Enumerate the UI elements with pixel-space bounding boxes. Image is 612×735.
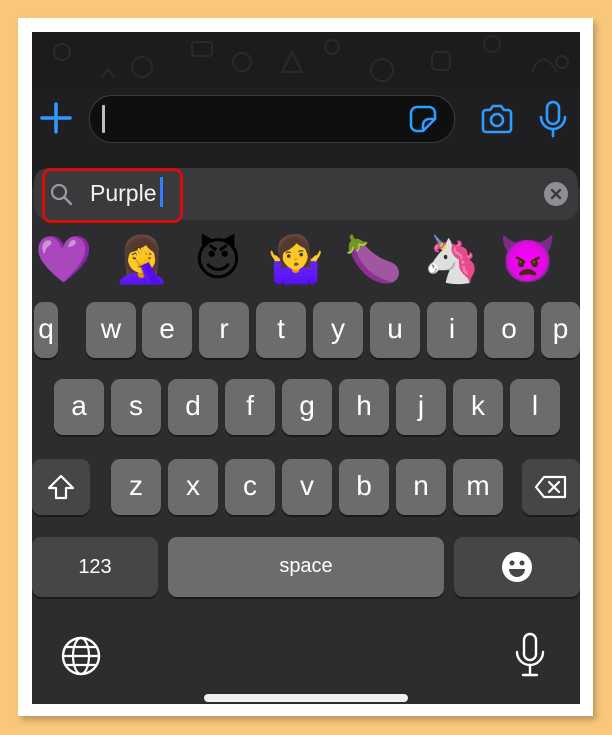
microphone-icon — [539, 100, 567, 138]
sticker-button[interactable] — [409, 105, 437, 133]
key-x[interactable]: x — [168, 459, 218, 515]
key-g[interactable]: g — [282, 379, 332, 435]
key-c[interactable]: c — [225, 459, 275, 515]
highlight-annotation-box — [42, 168, 183, 223]
home-indicator[interactable] — [204, 694, 408, 702]
emoji-purple-heart[interactable]: 💜 — [34, 230, 94, 288]
message-text-field[interactable] — [89, 95, 455, 143]
key-l[interactable]: l — [510, 379, 560, 435]
key-o[interactable]: o — [484, 302, 534, 358]
key-w[interactable]: w — [86, 302, 136, 358]
dictation-icon — [515, 632, 545, 677]
key-z[interactable]: z — [111, 459, 161, 515]
key-i[interactable]: i — [427, 302, 477, 358]
plus-icon — [40, 102, 72, 134]
backspace-key[interactable] — [522, 459, 580, 515]
key-n[interactable]: n — [396, 459, 446, 515]
key-m[interactable]: m — [453, 459, 503, 515]
clear-icon — [550, 188, 562, 200]
clear-search-button[interactable] — [544, 182, 568, 206]
camera-icon — [481, 104, 513, 134]
key-q[interactable]: q — [34, 302, 58, 358]
key-f[interactable]: f — [225, 379, 275, 435]
space-key[interactable]: space — [168, 537, 444, 597]
shift-icon — [47, 474, 75, 500]
emoji-facepalm-woman[interactable]: 🤦‍♀️ — [112, 230, 172, 288]
key-h[interactable]: h — [339, 379, 389, 435]
emoji-angry-devil[interactable]: 👿 — [498, 230, 558, 288]
key-a[interactable]: a — [54, 379, 104, 435]
dictation-button[interactable] — [514, 632, 546, 678]
globe-icon — [61, 636, 101, 676]
globe-button[interactable] — [60, 635, 102, 677]
backspace-icon — [534, 475, 567, 499]
chat-wallpaper — [32, 32, 580, 87]
attach-plus-button[interactable] — [40, 102, 72, 134]
key-v[interactable]: v — [282, 459, 332, 515]
key-t[interactable]: t — [256, 302, 306, 358]
key-s[interactable]: s — [111, 379, 161, 435]
emoji-eggplant[interactable]: 🍆 — [344, 230, 404, 288]
key-d[interactable]: d — [168, 379, 218, 435]
voice-message-button[interactable] — [538, 100, 568, 138]
phone-screen: Purple 💜 🤦‍♀️ 😈 🤷‍♀️ 🍆 🦄 👿 q w e r t y u… — [32, 32, 580, 704]
emoji-key[interactable] — [454, 537, 580, 597]
emoji-smiling-devil[interactable]: 😈 — [188, 230, 248, 288]
key-u[interactable]: u — [370, 302, 420, 358]
camera-button[interactable] — [480, 104, 514, 134]
text-cursor — [102, 105, 105, 133]
emoji-unicorn[interactable]: 🦄 — [422, 230, 482, 288]
shift-key[interactable] — [32, 459, 90, 515]
key-b[interactable]: b — [339, 459, 389, 515]
key-k[interactable]: k — [453, 379, 503, 435]
key-e[interactable]: e — [142, 302, 192, 358]
key-p[interactable]: p — [541, 302, 580, 358]
key-y[interactable]: y — [313, 302, 363, 358]
numbers-key[interactable]: 123 — [32, 537, 158, 597]
key-j[interactable]: j — [396, 379, 446, 435]
sticker-icon — [409, 105, 437, 133]
key-r[interactable]: r — [199, 302, 249, 358]
emoji-shrug-woman[interactable]: 🤷‍♀️ — [266, 230, 326, 288]
emoji-icon — [502, 552, 532, 582]
